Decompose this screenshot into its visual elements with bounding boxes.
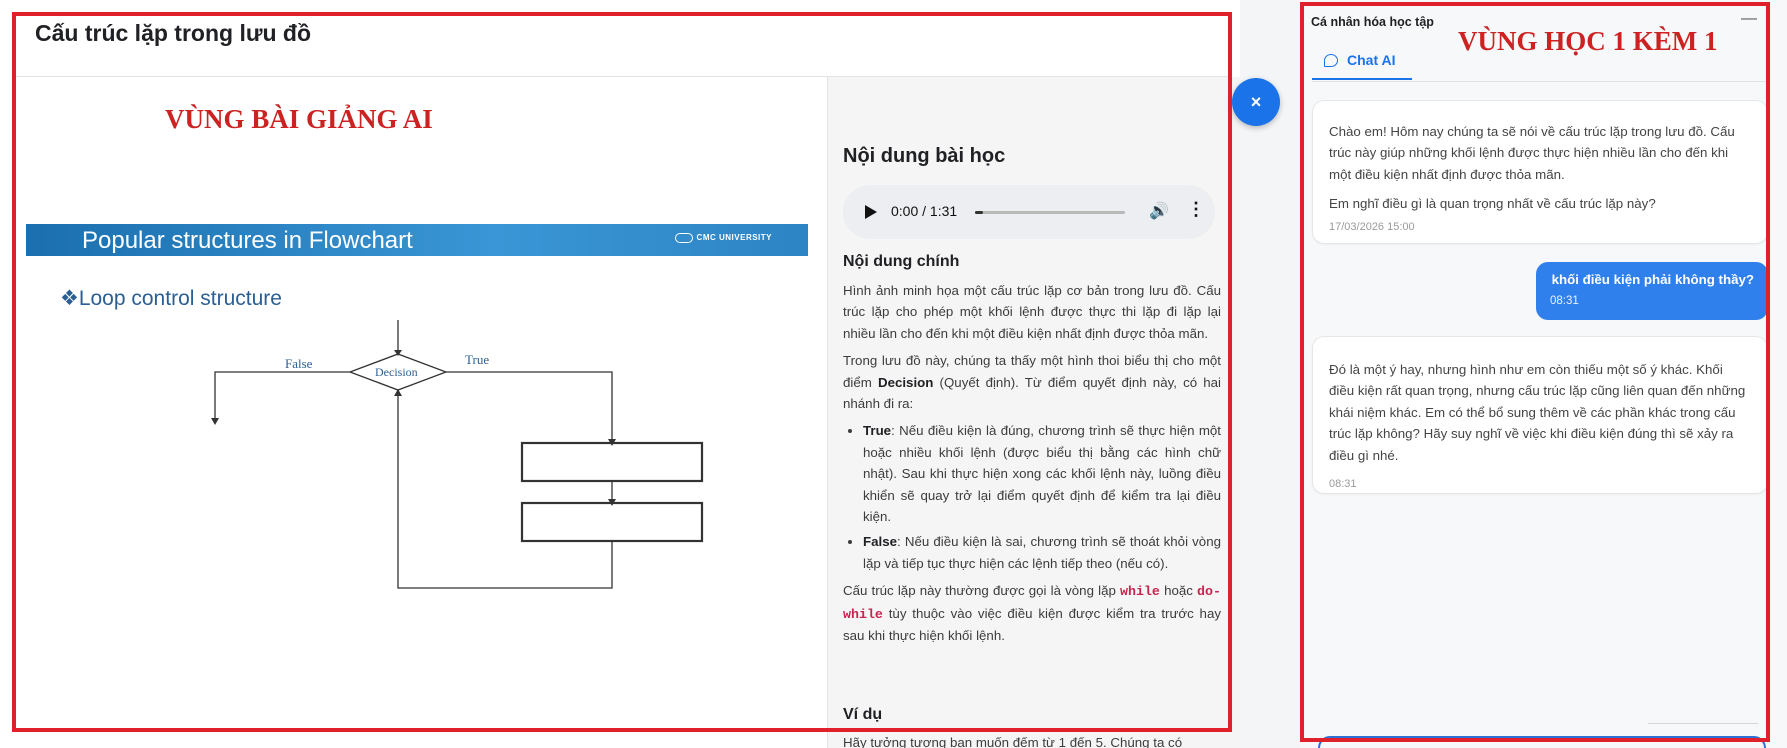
paragraph-loop-types: Cấu trúc lặp này thường được gọi là vòng… [843, 583, 1221, 644]
user-message: khối điều kiện phải không thầy? 08:31 [1536, 262, 1768, 320]
play-icon[interactable] [865, 205, 877, 219]
lesson-content-heading: Nội dung bài học [843, 145, 1006, 167]
message-timestamp: 17/03/2026 15:00 [1329, 220, 1415, 233]
message-text: Em nghĩ điều gì là quan trọng nhất về cấ… [1329, 196, 1656, 212]
list-item-false: False: Nếu điều kiện là sai, chương trìn… [863, 531, 1221, 574]
audio-progress-track[interactable] [975, 211, 1125, 214]
lecture-panel: Cấu trúc lặp trong lưu đồ Popular struct… [0, 0, 1240, 748]
true-label: True [465, 352, 489, 367]
loop-back-line [397, 390, 613, 589]
message-timestamp: 08:31 [1550, 295, 1579, 307]
tab-chat-ai[interactable]: Chat AI [1312, 46, 1412, 80]
paragraph-decision: Trong lưu đồ này, chúng ta thấy một hình… [843, 353, 1222, 412]
divider [1648, 723, 1758, 724]
loop-flowchart: False Decision True [211, 320, 704, 589]
panel-title: Cá nhân hóa học tập [1311, 15, 1434, 29]
column-divider [827, 77, 828, 748]
volume-icon[interactable]: 🔊 [1149, 201, 1169, 221]
false-label: False [285, 356, 313, 371]
tabs-divider [1312, 81, 1768, 82]
audio-progress-fill [975, 211, 983, 214]
false-arrow [211, 418, 219, 425]
message-text: Chào em! Hôm nay chúng ta sẽ nói về cấu … [1329, 124, 1735, 182]
tab-label: Chat AI [1347, 52, 1396, 68]
lesson-content-panel[interactable]: Nội dung bài học 0:00 / 1:31 🔊 ⋮ Nội dun… [827, 77, 1240, 748]
loop-arrow [394, 389, 402, 396]
active-tab-indicator [1312, 78, 1412, 80]
tutoring-region-label: VÙNG HỌC 1 KÈM 1 [1458, 26, 1718, 56]
false-branch-line [214, 371, 350, 420]
example-heading: Ví dụ [843, 706, 883, 723]
list-item-true: True: Nếu điều kiện là đúng, chương trìn… [863, 420, 1221, 527]
example-text: Hãy tưởng tượng bạn muốn đếm từ 1 đến 5.… [843, 735, 1183, 748]
audio-player[interactable]: 0:00 / 1:31 🔊 ⋮ [843, 185, 1215, 239]
paragraph-intro: Hình ảnh minh họa một cấu trúc lặp cơ bả… [843, 283, 1221, 341]
process-block-1 [520, 441, 704, 483]
process-block-2 [520, 501, 704, 543]
personalization-panel: Cá nhân hóa học tập — Chat AI VÙNG HỌC 1… [1300, 0, 1787, 748]
more-options-icon[interactable]: ⋮ [1187, 199, 1205, 220]
lecture-region-label: VÙNG BÀI GIẢNG AI [165, 104, 433, 134]
main-content-heading: Nội dung chính [843, 253, 960, 270]
message-timestamp: 08:31 [1329, 478, 1357, 491]
chat-input[interactable] [1318, 736, 1766, 748]
true-branch-line [446, 371, 613, 443]
ai-message: Đó là một ý hay, nhưng hình như em còn t… [1312, 336, 1768, 494]
lesson-body: Hình ảnh minh họa một cấu trúc lặp cơ bả… [843, 280, 1221, 653]
minimize-icon[interactable]: — [1741, 10, 1757, 28]
close-button[interactable]: × [1232, 78, 1280, 126]
branch-list: True: Nếu điều kiện là đúng, chương trìn… [863, 420, 1221, 574]
app-window: Cấu trúc lặp trong lưu đồ Popular struct… [0, 0, 1787, 748]
message-text: Đó là một ý hay, nhưng hình như em còn t… [1329, 362, 1746, 463]
decision-label: Decision [375, 365, 418, 379]
chat-bubble-icon [1324, 54, 1338, 67]
ai-message: Chào em! Hôm nay chúng ta sẽ nói về cấu … [1312, 100, 1768, 244]
message-text: khối điều kiện phải không thầy? [1551, 272, 1754, 287]
audio-time: 0:00 / 1:31 [891, 203, 958, 219]
